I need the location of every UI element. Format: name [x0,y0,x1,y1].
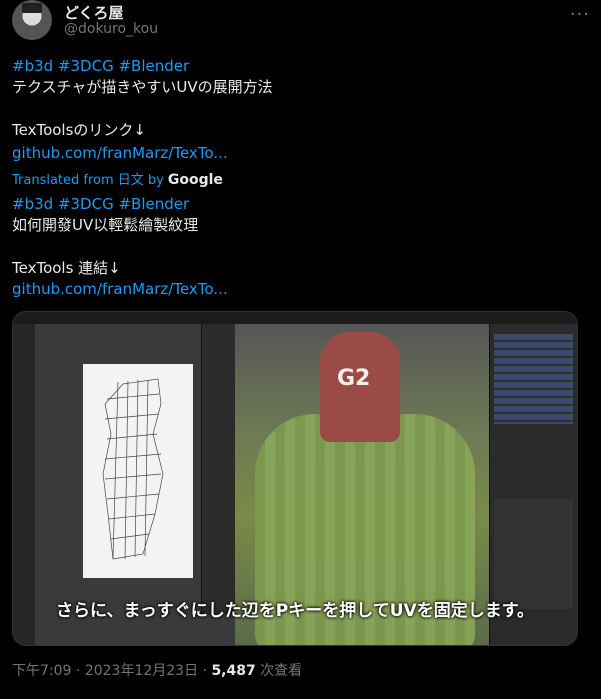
github-link[interactable]: github.com/franMarz/TexTo... [12,280,228,298]
hashtag-link[interactable]: #3DCG [58,195,114,213]
tweet-header: どくろ屋 @dokuro_kou ··· [12,0,590,46]
uv-canvas [83,364,193,578]
hashtag-link[interactable]: #b3d [12,195,53,213]
uv-mesh [102,378,164,560]
more-icon[interactable]: ··· [570,4,590,25]
tweet-text: TexTools 連結↓ [12,259,121,277]
view-label: 次查看 [260,663,303,679]
hashtag-link[interactable]: #Blender [118,195,189,213]
hashtag-link[interactable]: #Blender [118,57,189,75]
view-count: 5,487 [211,663,256,679]
outliner-list [494,334,573,424]
hashtags-line-2: #b3d #3DCG #Blender [12,194,590,215]
hashtag-link[interactable]: #b3d [12,57,53,75]
avatar[interactable] [12,0,52,40]
translated-by[interactable]: Translated from 日文 by Google [12,170,590,190]
model-label: G2 [337,366,371,391]
tweet-time[interactable]: 下午7:09 [12,663,71,679]
hashtags-line-1: #b3d #3DCG #Blender [12,56,590,77]
tweet-body: #b3d #3DCG #Blender テクスチャが描きやすいUVの展開方法 T… [12,56,590,300]
tweet-text: TexToolsのリンク↓ [12,121,146,139]
author-name[interactable]: どくろ屋 [64,2,124,23]
translated-label: Translated from 日文 by [12,172,164,188]
separator: · [202,663,207,679]
github-link[interactable]: github.com/franMarz/TexTo... [12,144,228,162]
video-subtitle: さらに、まっすぐにした辺をPキーを押してUVを固定します。 [55,601,535,621]
hashtag-link[interactable]: #3DCG [58,57,114,75]
blender-topbar [13,312,577,324]
tweet-date[interactable]: 2023年12月23日 [85,663,198,679]
google-logo: Google [167,171,223,188]
tweet-meta: 下午7:09 · 2023年12月23日 · 5,487 次查看 [12,660,302,680]
separator: · [75,663,81,679]
tweet-text: テクスチャが描きやすいUVの展開方法 [12,78,273,96]
author-handle[interactable]: @dokuro_kou [64,21,158,37]
tweet-text: 如何開發UV以輕鬆繪製紋理 [12,216,199,234]
properties-panel [494,499,573,609]
media-video[interactable]: G2 さらに、まっすぐにした辺をPキーを押してUVを固定します。 [12,311,578,646]
